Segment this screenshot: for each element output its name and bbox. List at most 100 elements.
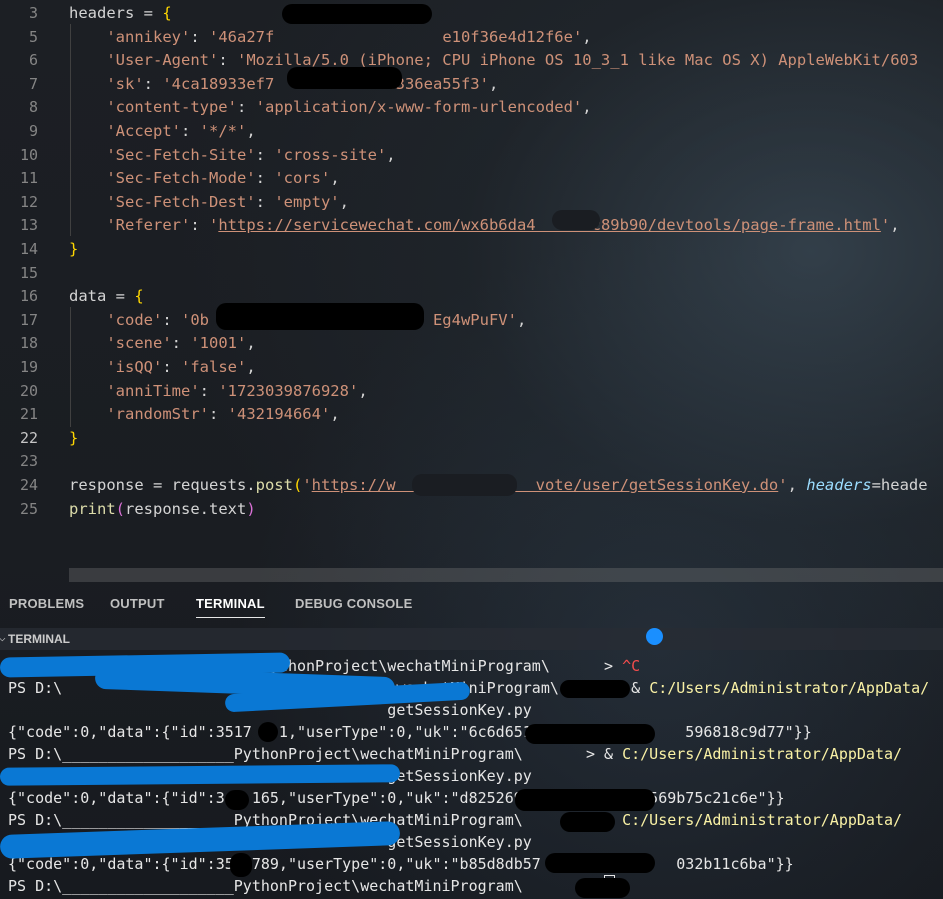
- code-token: =: [106, 287, 135, 306]
- code-token: :: [255, 145, 275, 164]
- redaction-mark: [412, 474, 517, 496]
- tab-problems[interactable]: PROBLEMS: [9, 596, 84, 611]
- code-token: 'sk': [106, 74, 144, 93]
- code-token: :: [255, 169, 275, 188]
- line-number: 13: [19, 216, 38, 235]
- indent-guide: [70, 307, 71, 427]
- code-line[interactable]: 13 'Referer': 'https://servicewechat.com…: [0, 214, 943, 237]
- terminal-text: {"code":0,"data":{"id":3517 1,"userType"…: [8, 723, 812, 741]
- code-line[interactable]: 21 'randomStr': '432194664',: [0, 403, 943, 426]
- line-number: 8: [28, 98, 38, 117]
- code-token: :: [236, 98, 256, 117]
- code-token: :: [171, 334, 191, 353]
- code-line[interactable]: 20 'anniTime': '1723039876928',: [0, 380, 943, 403]
- code-token: https://servicewechat.com/wx6b6da4 2c89b…: [218, 216, 881, 235]
- code-token: ,: [488, 74, 499, 93]
- code-token: '46a27f: [209, 27, 275, 46]
- code-text: 'content-type': 'application/x-www-form-…: [69, 96, 591, 119]
- redaction-mark: [258, 722, 278, 742]
- tab-debug-console[interactable]: DEBUG CONSOLE: [295, 596, 412, 611]
- status-dot-icon: [646, 628, 663, 645]
- code-token: 'isQQ': [106, 358, 163, 376]
- code-line[interactable]: 23: [0, 450, 943, 473]
- code-token: print: [69, 499, 116, 518]
- code-line[interactable]: 8 'content-type': 'application/x-www-for…: [0, 96, 943, 119]
- line-number: 18: [19, 334, 38, 353]
- code-token: '1001': [190, 334, 247, 353]
- code-text: headers = {: [69, 2, 172, 25]
- terminal-text: C:/Users/Administrator/AppData/: [649, 679, 930, 697]
- line-number: 11: [19, 169, 38, 188]
- code-token: ,: [386, 145, 396, 164]
- code-line[interactable]: 18 'scene': '1001',: [0, 332, 943, 355]
- code-text: 'randomStr': '432194664',: [69, 403, 340, 426]
- code-token: 'content-type': [106, 98, 237, 117]
- code-line[interactable]: 25 print(response.text): [0, 498, 943, 521]
- code-line[interactable]: 16 data = {: [0, 285, 943, 308]
- tab-output[interactable]: OUTPUT: [110, 596, 165, 611]
- code-token: :: [199, 381, 219, 400]
- code-token: ,: [582, 27, 592, 46]
- terminal-text: C:/Users/Administrator/AppData/: [622, 811, 903, 829]
- code-line[interactable]: 6 'User-Agent': 'Mozilla/5.0 (iPhone; CP…: [0, 49, 943, 72]
- redaction-mark: [287, 67, 402, 89]
- code-token: }: [69, 240, 79, 258]
- code-token: 'User-Agent': [106, 51, 219, 70]
- code-line[interactable]: 19 'isQQ': 'false',: [0, 356, 943, 379]
- code-token: :: [180, 122, 200, 140]
- line-number: 7: [28, 74, 38, 93]
- code-line[interactable]: 14}: [0, 238, 943, 261]
- terminal-text: {"code":0,"data":{"id":3 165,"userType":…: [8, 789, 785, 807]
- code-text: }: [69, 238, 78, 261]
- tab-terminal[interactable]: TERMINAL: [196, 596, 265, 618]
- code-line[interactable]: 5 'annikey': '46a27f e10f36e4d12f6e',: [0, 26, 943, 49]
- redaction-mark: [225, 790, 249, 810]
- terminal-section-header[interactable]: ⌵ TERMINAL: [0, 628, 943, 650]
- terminal-line: PS D:\___________________PythonProject\w…: [8, 743, 902, 765]
- horizontal-scrollbar[interactable]: [69, 568, 943, 582]
- code-token: =: [134, 4, 163, 22]
- line-number: 21: [19, 405, 38, 424]
- code-text: 'scene': '1001',: [69, 332, 255, 355]
- terminal-text: ^C: [622, 657, 641, 675]
- code-line[interactable]: 15: [0, 262, 943, 285]
- code-token: ,: [358, 381, 368, 400]
- code-line[interactable]: 11 'Sec-Fetch-Mode': 'cors',: [0, 167, 943, 190]
- code-token: '1723039876928': [218, 381, 359, 400]
- code-line[interactable]: 9 'Accept': '*/*',: [0, 120, 943, 143]
- code-line[interactable]: 17 'code': '0b Eg4wPuFV',: [0, 309, 943, 332]
- line-number: 23: [19, 452, 38, 471]
- code-token: e10f36e4d12f6e': [442, 27, 583, 46]
- code-text: data = {: [69, 285, 144, 308]
- terminal-text: PS D:\___________________PythonProject\w…: [8, 877, 605, 895]
- code-token: (: [115, 499, 126, 518]
- terminal-title: TERMINAL: [8, 632, 70, 646]
- code-line[interactable]: 3 headers = {: [0, 2, 943, 25]
- code-line[interactable]: 10 'Sec-Fetch-Site': 'cross-site',: [0, 144, 943, 167]
- code-line[interactable]: 22}: [0, 427, 943, 450]
- code-token: response.text: [125, 499, 247, 518]
- panel-tab-bar: PROBLEMS OUTPUT TERMINAL DEBUG CONSOLE: [0, 588, 943, 624]
- line-number: 19: [19, 358, 38, 376]
- redaction-mark: [552, 210, 600, 230]
- indent-guide: [70, 24, 71, 236]
- chevron-down-icon[interactable]: ⌵: [0, 631, 6, 644]
- code-token: 'Sec-Fetch-Site': [106, 145, 256, 164]
- code-line[interactable]: 7 'sk': '4ca18933ef7 4336ea55f3',: [0, 73, 943, 96]
- code-token: :: [208, 405, 228, 424]
- code-token: =heade: [871, 476, 928, 494]
- code-token: ': [880, 216, 891, 235]
- line-number: 10: [19, 145, 38, 164]
- redaction-mark: [560, 812, 615, 832]
- code-token: ,: [330, 405, 340, 424]
- code-line[interactable]: 12 'Sec-Fetch-Dest': 'empty',: [0, 191, 943, 214]
- code-token: 'application/x-www-form-urlencoded': [255, 98, 583, 117]
- code-text: 'User-Agent': 'Mozilla/5.0 (iPhone; CPU …: [69, 49, 918, 72]
- code-token: ': [302, 476, 312, 494]
